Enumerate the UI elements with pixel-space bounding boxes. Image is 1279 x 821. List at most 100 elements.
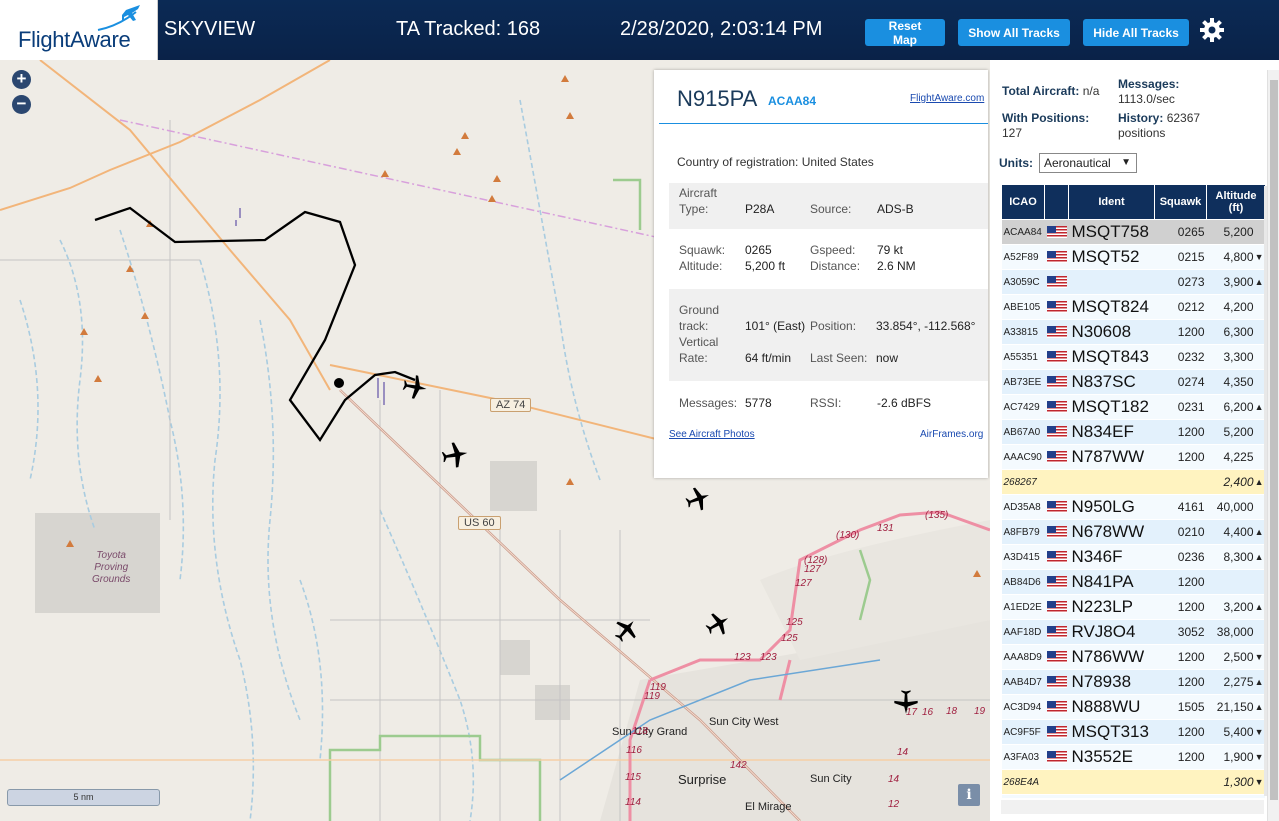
row-squawk: 0231: [1154, 394, 1207, 420]
table-row[interactable]: A52F89 MSQT52 0215 4,800 ▼: [1001, 244, 1265, 270]
column-header-icao[interactable]: ICAO: [1001, 184, 1045, 220]
row-ident: [1068, 269, 1155, 295]
us-flag-icon: [1046, 701, 1067, 714]
country-value: United States: [801, 155, 874, 169]
us-flag-icon: [1046, 376, 1067, 389]
airframes-link[interactable]: AirFrames.org: [920, 429, 983, 440]
row-flag: [1044, 394, 1069, 420]
table-row[interactable]: AC9F5F MSQT313 1200 5,400 ▼: [1001, 719, 1265, 745]
table-row[interactable]: AC7429 MSQT182 0231 6,200 ▲: [1001, 394, 1265, 420]
flightaware-logo[interactable]: FlightAware: [0, 0, 158, 60]
units-select[interactable]: Aeronautical ▼: [1039, 153, 1137, 173]
row-icao: A3059C: [1001, 269, 1045, 295]
table-row[interactable]: 268E4A 1,300 ▼: [1001, 769, 1265, 795]
road-number: 125: [786, 617, 803, 628]
aircraft-marker-plane-icon[interactable]: [401, 373, 429, 401]
row-altitude: 21,150 ▲: [1206, 694, 1265, 720]
aircraft-table-container[interactable]: ICAO Ident Squawk Altitude (ft) ACAA84 MS…: [1001, 184, 1265, 798]
table-row[interactable]: ACAA84 MSQT758 0265 5,200: [1001, 219, 1265, 245]
road-number: (135): [925, 510, 949, 521]
row-icao: A33815: [1001, 319, 1045, 345]
table-row[interactable]: A3FA03 N3552E 1200 1,900 ▼: [1001, 744, 1265, 770]
source-value: ADS-B: [877, 202, 914, 216]
row-ident: MSQT843: [1068, 344, 1155, 370]
zoom-out-button[interactable]: −: [12, 95, 31, 114]
aircraft-photos-link[interactable]: See Aircraft Photos: [669, 429, 755, 440]
aircraft-marker-plane-icon[interactable]: [612, 616, 640, 644]
table-row[interactable]: A6C638 N5356P 1,400: [1001, 794, 1265, 798]
us-flag-icon: [1046, 351, 1067, 364]
distance-label: Distance:: [810, 259, 861, 273]
row-altitude-value: 4,800: [1223, 250, 1254, 264]
row-altitude-value: 8,300: [1223, 550, 1254, 564]
column-header-flag[interactable]: [1044, 184, 1069, 220]
row-altitude: 3,200 ▲: [1206, 594, 1265, 620]
altitude-trend-icon: ▼: [1254, 752, 1264, 762]
table-row[interactable]: A1ED2E N223LP 1200 3,200 ▲: [1001, 594, 1265, 620]
row-altitude-value: 4,400: [1223, 525, 1254, 539]
table-row[interactable]: AAB4D7 N78938 1200 2,275 ▲: [1001, 669, 1265, 695]
table-row[interactable]: AAF18D RVJ8O4 3052 38,000: [1001, 619, 1265, 645]
flightaware-link[interactable]: FlightAware.com: [910, 93, 984, 104]
table-row[interactable]: A3D415 N346F 0236 8,300 ▲: [1001, 544, 1265, 570]
table-row[interactable]: AC3D94 N888WU 1505 21,150 ▲: [1001, 694, 1265, 720]
row-ident: N888WU: [1068, 694, 1155, 720]
gear-icon[interactable]: [1199, 17, 1225, 43]
map-info-button[interactable]: i: [958, 784, 980, 806]
aircraft-marker-plane-icon[interactable]: [704, 610, 732, 638]
road-number: 118: [632, 726, 648, 737]
table-row[interactable]: A33815 N30608 1200 6,300: [1001, 319, 1265, 345]
column-header-squawk[interactable]: Squawk: [1154, 184, 1207, 220]
row-icao: AC7429: [1001, 394, 1045, 420]
row-altitude-value: 2,500: [1223, 650, 1254, 664]
source-label: Source:: [810, 202, 852, 216]
zoom-in-button[interactable]: +: [12, 70, 31, 89]
table-row[interactable]: A3059C 0273 3,900 ▲: [1001, 269, 1265, 295]
panel-scrollbar[interactable]: [1267, 70, 1279, 821]
table-row[interactable]: AB73EE N837SC 0274 4,350: [1001, 369, 1265, 395]
us-flag-icon: [1046, 276, 1067, 289]
table-row[interactable]: A8FB79 N678WW 0210 4,400 ▲: [1001, 519, 1265, 545]
aircraft-marker-plane-icon[interactable]: [684, 485, 712, 513]
hide-all-tracks-button[interactable]: Hide All Tracks: [1083, 19, 1189, 46]
table-row[interactable]: AD35A8 N950LG 4161 40,000: [1001, 494, 1265, 520]
road-number: (130): [836, 530, 860, 541]
row-altitude: 3,300: [1206, 344, 1265, 370]
row-icao: A6C638: [1001, 794, 1045, 798]
row-icao: AB73EE: [1001, 369, 1045, 395]
road-number: 116: [626, 745, 642, 756]
row-altitude-value: 38,000: [1216, 625, 1254, 639]
row-squawk: 1200: [1154, 419, 1207, 445]
row-ident: [1068, 469, 1155, 495]
table-row[interactable]: AB84D6 N841PA 1200: [1001, 569, 1265, 595]
table-row[interactable]: 268267 2,400 ▲: [1001, 469, 1265, 495]
row-altitude-value: 5,400: [1223, 725, 1254, 739]
column-header-ident[interactable]: Ident: [1068, 184, 1155, 220]
row-altitude-value: 40,000: [1216, 500, 1254, 514]
aircraft-detail-popup: N915PA ACAA84 FlightAware.com Country of…: [654, 70, 988, 478]
show-all-tracks-button[interactable]: Show All Tracks: [958, 19, 1070, 46]
road-number: 114: [625, 797, 641, 808]
table-horizontal-scrollbar[interactable]: [1001, 800, 1264, 814]
us-flag-icon: [1046, 651, 1067, 664]
column-header-altitude[interactable]: Altitude (ft): [1206, 184, 1265, 220]
row-altitude: 3,900 ▲: [1206, 269, 1265, 295]
table-row[interactable]: AAA8D9 N786WW 1200 2,500 ▼: [1001, 644, 1265, 670]
row-flag: [1044, 544, 1069, 570]
row-altitude: 4,225: [1206, 444, 1265, 470]
reset-map-button[interactable]: Reset Map: [865, 19, 945, 47]
position-label: Position:: [810, 319, 857, 333]
table-row[interactable]: AAAC90 N787WW 1200 4,225: [1001, 444, 1265, 470]
row-flag: [1044, 294, 1069, 320]
scrollbar-thumb[interactable]: [1270, 80, 1278, 800]
row-squawk: [1154, 769, 1207, 795]
aircraft-marker-plane-icon[interactable]: [440, 440, 470, 470]
row-altitude: 6,200 ▲: [1206, 394, 1265, 420]
squawk-label: Squawk:: [679, 243, 726, 257]
table-row[interactable]: ABE105 MSQT824 0212 4,200: [1001, 294, 1265, 320]
table-row[interactable]: AB67A0 N834EF 1200 5,200: [1001, 419, 1265, 445]
row-squawk: [1154, 794, 1207, 798]
us-flag-icon: [1046, 501, 1067, 514]
road-number: 19: [974, 706, 986, 717]
table-row[interactable]: A55351 MSQT843 0232 3,300: [1001, 344, 1265, 370]
